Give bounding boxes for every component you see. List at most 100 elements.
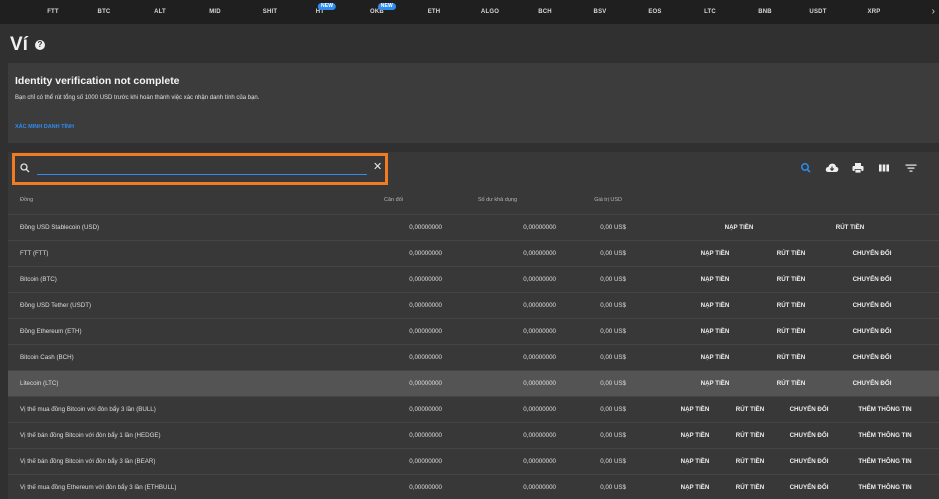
table-row[interactable]: Vị thế mua đồng Bitcoin với đòn bẩy 3 lầ…: [8, 396, 939, 422]
usd-value-cell: 0,00 US$: [600, 354, 626, 361]
table-row[interactable]: Vị thế mua đồng Ethereum với đòn bẩy 3 l…: [8, 474, 939, 499]
table-row[interactable]: Đồng Ethereum (ETH) 0,00000000 0,00000000 0…: [8, 318, 939, 344]
market-tab-label: BTC: [97, 9, 111, 15]
table-row[interactable]: Đồng USD Tether (USDT) 0,00000000 0,000000…: [8, 292, 939, 318]
market-tab-bsv[interactable]: BSV: [594, 0, 607, 24]
deposit-button[interactable]: NẠP TIỀN: [701, 371, 730, 396]
convert-button[interactable]: CHUYỂN ĐỔI: [790, 397, 829, 422]
table-row[interactable]: Vị thế bán đồng Bitcoin với đòn bẩy 3 lầ…: [8, 448, 939, 474]
deposit-button[interactable]: NẠP TIỀN: [701, 267, 730, 292]
usd-value-cell: 0,00 US$: [600, 406, 626, 413]
more-info-button[interactable]: THÊM THÔNG TIN: [858, 423, 911, 448]
view-columns-icon[interactable]: [877, 162, 891, 174]
deposit-button[interactable]: NẠP TIỀN: [725, 215, 754, 240]
market-tab-label: ETH: [427, 9, 441, 15]
convert-button[interactable]: CHUYỂN ĐỔI: [790, 475, 829, 499]
market-tab-usdt[interactable]: USDT: [809, 0, 826, 24]
deposit-button[interactable]: NẠP TIỀN: [701, 241, 730, 266]
available-balance-cell: 0,00000000: [523, 224, 556, 231]
withdraw-button[interactable]: RÚT TIỀN: [736, 449, 765, 474]
more-info-button[interactable]: THÊM THÔNG TIN: [858, 475, 911, 499]
withdraw-button[interactable]: RÚT TIỀN: [836, 215, 865, 240]
market-tab-label: BCH: [538, 9, 552, 15]
convert-button[interactable]: CHUYỂN ĐỔI: [790, 449, 829, 474]
coin-name-cell: Vị thế bán đồng Bitcoin với đòn bẩy 3 lầ…: [20, 458, 156, 465]
market-tab-okb[interactable]: OKB NEW: [370, 0, 396, 24]
convert-button[interactable]: CHUYỂN ĐỔI: [853, 345, 892, 370]
clear-icon[interactable]: ✕: [373, 160, 382, 174]
market-tab-bnb[interactable]: BNB: [758, 0, 772, 24]
cloud-download-icon[interactable]: [825, 162, 839, 174]
convert-button[interactable]: CHUYỂN ĐỔI: [853, 371, 892, 396]
column-header-coin[interactable]: Đồng: [20, 190, 33, 210]
convert-button[interactable]: CHUYỂN ĐỔI: [790, 423, 829, 448]
chevron-right-icon[interactable]: ›: [932, 0, 935, 24]
convert-button[interactable]: CHUYỂN ĐỔI: [853, 267, 892, 292]
usd-value-cell: 0,00 US$: [600, 380, 626, 387]
withdraw-button[interactable]: RÚT TIỀN: [777, 293, 806, 318]
help-icon[interactable]: ?: [35, 40, 45, 50]
market-tab-ltc[interactable]: LTC: [704, 0, 716, 24]
convert-button[interactable]: CHUYỂN ĐỔI: [853, 241, 892, 266]
deposit-button[interactable]: NẠP TIỀN: [681, 397, 710, 422]
search-icon[interactable]: [799, 162, 813, 174]
withdraw-button[interactable]: RÚT TIỀN: [777, 371, 806, 396]
search-icon: [20, 163, 30, 173]
table-row[interactable]: Đồng USD Stablecoin (USD) 0,00000000 0,000…: [8, 214, 939, 240]
market-tab-shit[interactable]: SHIT: [263, 0, 277, 24]
withdraw-button[interactable]: RÚT TIỀN: [777, 267, 806, 292]
deposit-button[interactable]: NẠP TIỀN: [701, 293, 730, 318]
market-tab-ftt[interactable]: FTT: [47, 0, 59, 24]
available-balance-cell: 0,00000000: [523, 328, 556, 335]
column-header-balance[interactable]: Cân đối: [384, 190, 403, 210]
print-icon[interactable]: [851, 162, 865, 174]
convert-button[interactable]: CHUYỂN ĐỔI: [853, 319, 892, 344]
available-balance-cell: 0,00000000: [523, 432, 556, 439]
available-balance-cell: 0,00000000: [523, 458, 556, 465]
balance-cell: 0,00000000: [409, 224, 442, 231]
verification-banner: Identity verification not complete Bạn c…: [8, 63, 939, 143]
verify-identity-link[interactable]: XÁC MINH DANH TÍNH: [15, 124, 74, 130]
more-info-button[interactable]: THÊM THÔNG TIN: [858, 397, 911, 422]
table-row[interactable]: Bitcoin Cash (BCH) 0,00000000 0,00000000 0,…: [8, 344, 939, 370]
deposit-button[interactable]: NẠP TIỀN: [681, 449, 710, 474]
market-tab-algo[interactable]: ALGO: [481, 0, 499, 24]
market-tab-label: BSV: [593, 9, 607, 15]
market-tab-bar: FTT BTC ALT MID SHIT HT NEW OKB NEW ETH ALGO BCH BSV…: [0, 0, 939, 24]
withdraw-button[interactable]: RÚT TIỀN: [736, 475, 765, 499]
more-info-button[interactable]: THÊM THÔNG TIN: [858, 449, 911, 474]
filter-icon[interactable]: [904, 162, 918, 174]
withdraw-button[interactable]: RÚT TIỀN: [777, 241, 806, 266]
market-tab-alt[interactable]: ALT: [154, 0, 166, 24]
withdraw-button[interactable]: RÚT TIỀN: [736, 423, 765, 448]
deposit-button[interactable]: NẠP TIỀN: [681, 475, 710, 499]
table-row[interactable]: Bitcoin (BTC) 0,00000000 0,00000000 0,00 US…: [8, 266, 939, 292]
market-tab-mid[interactable]: MID: [209, 0, 221, 24]
table-row[interactable]: FTT (FTT) 0,00000000 0,00000000 0,00 US$ NẠP…: [8, 240, 939, 266]
market-tab-label: ALT: [154, 9, 166, 15]
withdraw-button[interactable]: RÚT TIỀN: [736, 397, 765, 422]
search-input[interactable]: [37, 159, 367, 175]
withdraw-button[interactable]: RÚT TIỀN: [777, 319, 806, 344]
market-tab-eth[interactable]: ETH: [428, 0, 441, 24]
market-tab-eos[interactable]: EOS: [648, 0, 661, 24]
column-header-usd-value[interactable]: Giá trị USD: [594, 190, 622, 210]
market-tab-ht[interactable]: HT NEW: [316, 0, 337, 24]
market-tab-label: FTT: [47, 9, 59, 15]
deposit-button[interactable]: NẠP TIỀN: [701, 345, 730, 370]
market-tab-xrp[interactable]: XRP: [868, 0, 881, 24]
balance-cell: 0,00000000: [409, 458, 442, 465]
table-row[interactable]: Litecoin (LTC) 0,00000000 0,00000000 0,00 U…: [8, 370, 939, 396]
withdraw-button[interactable]: RÚT TIỀN: [777, 345, 806, 370]
coin-name-cell: Đồng Ethereum (ETH): [20, 328, 82, 335]
column-header-available[interactable]: Số dư khả dụng: [478, 190, 517, 210]
market-tab-btc[interactable]: BTC: [98, 0, 111, 24]
market-tab-bch[interactable]: BCH: [538, 0, 552, 24]
table-row[interactable]: Vị thế bán đồng Bitcoin với đòn bẩy 1 lầ…: [8, 422, 939, 448]
balance-cell: 0,00000000: [409, 484, 442, 491]
deposit-button[interactable]: NẠP TIỀN: [681, 423, 710, 448]
available-balance-cell: 0,00000000: [523, 406, 556, 413]
deposit-button[interactable]: NẠP TIỀN: [701, 319, 730, 344]
coin-name-cell: Bitcoin (BTC): [20, 276, 57, 283]
convert-button[interactable]: CHUYỂN ĐỔI: [853, 293, 892, 318]
